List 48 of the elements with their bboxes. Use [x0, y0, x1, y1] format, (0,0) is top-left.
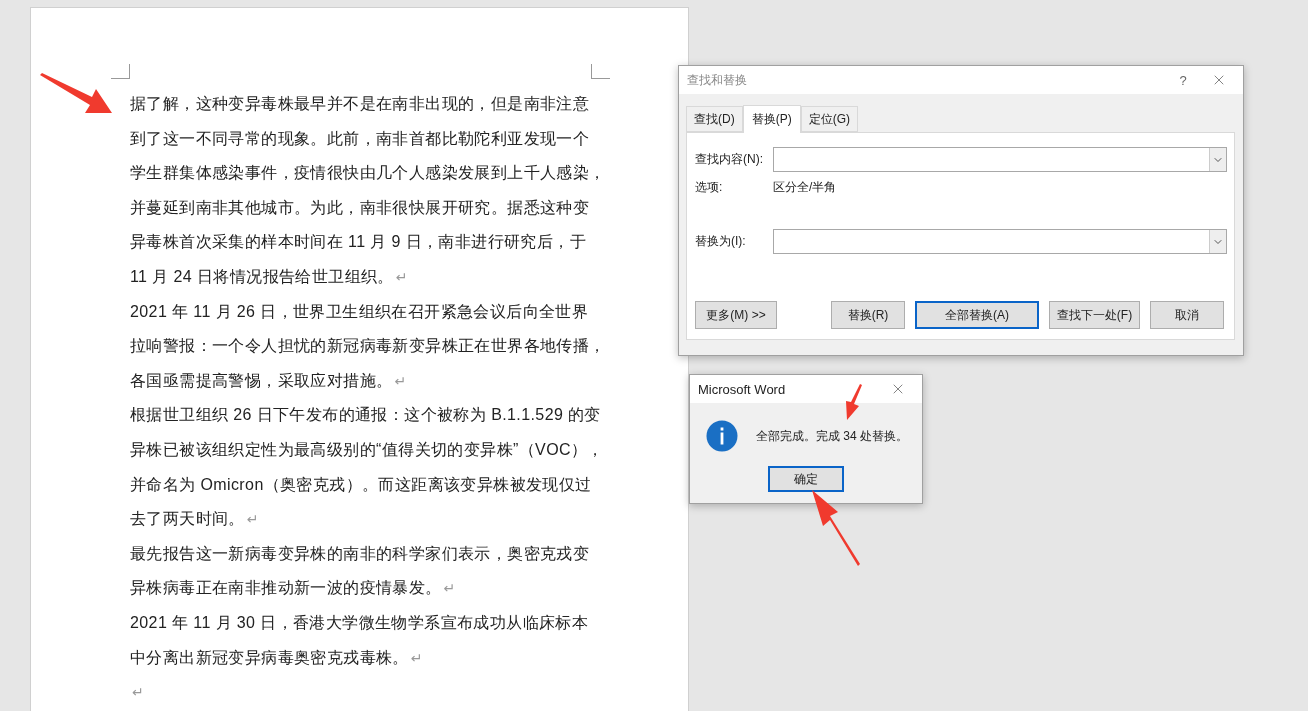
text-line: 2021 年 11 月 26 日，世界卫生组织在召开紧急会议后向全世界 [130, 302, 589, 320]
text-line: 到了这一不同寻常的现象。此前，南非首都比勒陀利亚发现一个 [130, 129, 590, 147]
info-icon [706, 420, 738, 452]
dialog-button[interactable]: 查找下一处(F) [1049, 301, 1140, 329]
text-line: 各国亟需提高警惕，采取应对措施。 [130, 371, 393, 389]
text-line: 并命名为 Omicron（奥密克戎）。而这距离该变异株被发现仅过 [130, 475, 592, 493]
text-line: 11 月 24 日将情况报告给世卫组织。 [130, 267, 394, 285]
paragraph-mark: ↵ [395, 268, 408, 285]
paragraph-mark: ↵ [410, 649, 423, 666]
paragraph-mark: ↵ [132, 684, 145, 701]
tab[interactable]: 替换(P) [742, 105, 801, 133]
text-line: 拉响警报：一个令人担忧的新冠病毒新变异株正在世界各地传播， [130, 337, 606, 355]
text-line: 去了两天时间。 [130, 510, 245, 528]
more-button[interactable]: 更多(M) >> [695, 301, 777, 329]
text-line: 最先报告这一新病毒变异株的南非的科学家们表示，奥密克戎变 [130, 544, 590, 562]
tab[interactable]: 查找(D) [686, 106, 743, 132]
corner-mark [111, 64, 130, 79]
dialog-button[interactable]: 全部替换(A) [915, 301, 1039, 329]
dialog-button[interactable]: 取消 [1150, 301, 1224, 329]
paragraph-mark: ↵ [443, 580, 456, 597]
dialog-title: 查找和替换 [687, 71, 748, 89]
text-line: 根据世卫组织 26 日下午发布的通报：这个被称为 B.1.1.529 的变 [130, 406, 601, 424]
text-line: 学生群集体感染事件，疫情很快由几个人感染发展到上千人感染， [130, 164, 606, 182]
text-line: 并蔓延到南非其他城市。为此，南非很快展开研究。据悉这种变 [130, 198, 590, 216]
text-line: 异毒株首次采集的样本时间在 11 月 9 日，南非进行研究后，于 [130, 233, 587, 251]
dropdown-icon[interactable] [1209, 230, 1226, 253]
paragraph-mark: ↵ [394, 372, 407, 389]
field-label: 替换为(I): [695, 233, 747, 250]
message-box-title: Microsoft Word [698, 381, 787, 397]
dialog-button[interactable]: 替换(R) [831, 301, 905, 329]
annotation-arrow [40, 73, 112, 115]
corner-mark [591, 64, 610, 79]
text-line: 异株已被该组织定性为最高级别的“值得关切的变异株”（VOC）， [130, 440, 604, 458]
dropdown-icon[interactable] [1209, 148, 1226, 171]
text-line: 中分离出新冠变异病毒奥密克戎毒株。 [130, 648, 409, 666]
text-line: 据了解，这种变异毒株最早并不是在南非出现的，但是南非注意 [130, 95, 590, 112]
options-value: 区分全/半角 [773, 179, 837, 196]
paragraph-mark: ↵ [246, 511, 259, 528]
help-button[interactable]: ? [1171, 72, 1195, 88]
replace-field[interactable] [773, 229, 1227, 254]
field-label: 查找内容(N): [695, 151, 764, 168]
tab[interactable]: 定位(G) [800, 106, 858, 132]
text-line: 2021 年 11 月 30 日，香港大学微生物学系宣布成功从临床标本 [130, 613, 589, 631]
find-field[interactable] [773, 147, 1227, 172]
ok-button[interactable]: 确定 [768, 466, 844, 492]
options-label: 选项: [695, 179, 724, 196]
message-text: 全部完成。完成 34 处替换。 [756, 427, 908, 445]
text-line: 异株病毒正在南非推动新一波的疫情暴发。 [130, 579, 442, 597]
